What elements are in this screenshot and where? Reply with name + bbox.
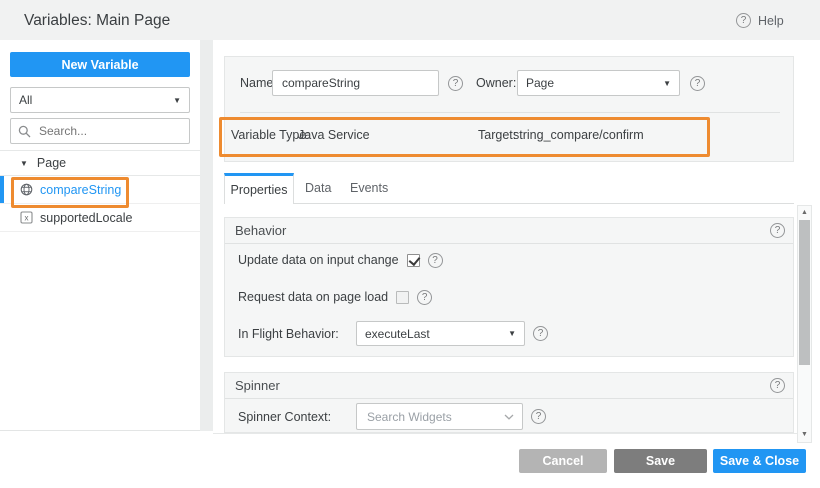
- spinner-section-header: Spinner ?: [225, 373, 793, 399]
- scrollbar-thumb[interactable]: [799, 220, 810, 365]
- help-label: Help: [758, 14, 784, 28]
- save-and-close-button[interactable]: Save & Close: [713, 449, 806, 473]
- dropdown-arrow-icon: ▼: [508, 329, 516, 338]
- target-value: string_compare/confirm: [513, 128, 644, 142]
- spinner-context-row: Spinner Context: ?: [238, 403, 546, 430]
- tree-item-comparestring[interactable]: compareString: [0, 176, 200, 204]
- scroll-down-icon[interactable]: ▼: [798, 429, 811, 441]
- dropdown-arrow-icon: ▼: [663, 79, 671, 88]
- spinner-context-label: Spinner Context:: [238, 410, 348, 424]
- content-bottom-border: [213, 433, 812, 434]
- variable-x-icon: x: [20, 211, 33, 224]
- in-flight-label: In Flight Behavior:: [238, 327, 348, 341]
- variable-filter-value: All: [19, 93, 32, 107]
- tree-item-label: compareString: [40, 183, 121, 197]
- update-data-help-icon[interactable]: ?: [428, 253, 443, 268]
- variable-filter-select[interactable]: All ▼: [10, 87, 190, 113]
- new-variable-button[interactable]: New Variable: [10, 52, 190, 77]
- cancel-button[interactable]: Cancel: [519, 449, 607, 473]
- help-question-icon: ?: [736, 13, 751, 28]
- page-title: Variables: Main Page: [24, 12, 170, 30]
- in-flight-help-icon[interactable]: ?: [533, 326, 548, 341]
- request-data-checkbox[interactable]: [396, 291, 409, 304]
- form-divider: [240, 112, 780, 113]
- chevron-down-icon: [504, 414, 514, 420]
- tree-group-label: Page: [37, 156, 66, 170]
- in-flight-row: In Flight Behavior: executeLast ▼ ?: [238, 321, 548, 346]
- svg-text:x: x: [25, 214, 29, 223]
- scroll-up-icon[interactable]: ▲: [798, 207, 811, 219]
- name-help-icon[interactable]: ?: [448, 76, 463, 91]
- save-button[interactable]: Save: [614, 449, 707, 473]
- help-link[interactable]: ? Help: [736, 13, 784, 28]
- java-service-globe-icon: [20, 183, 33, 196]
- in-flight-value: executeLast: [365, 327, 430, 341]
- tab-events[interactable]: Events: [350, 173, 388, 203]
- spinner-context-combobox[interactable]: [356, 403, 523, 430]
- owner-label: Owner:: [476, 76, 516, 90]
- tree-item-label: supportedLocale: [40, 211, 132, 225]
- tab-data[interactable]: Data: [305, 173, 331, 203]
- search-icon: [18, 125, 31, 138]
- request-data-help-icon[interactable]: ?: [417, 290, 432, 305]
- spinner-help-icon[interactable]: ?: [770, 378, 785, 393]
- tab-properties[interactable]: Properties: [224, 173, 294, 204]
- spinner-context-help-icon[interactable]: ?: [531, 409, 546, 424]
- spinner-title: Spinner: [235, 378, 280, 393]
- selected-indicator: [0, 176, 4, 203]
- variable-tree: ▼ Page compareString x supportedLoca: [0, 150, 200, 232]
- owner-help-icon[interactable]: ?: [690, 76, 705, 91]
- tree-expander-icon: ▼: [20, 159, 28, 168]
- behavior-help-icon[interactable]: ?: [770, 223, 785, 238]
- tabstrip-border: [224, 203, 794, 204]
- tree-item-supportedlocale[interactable]: x supportedLocale: [0, 204, 200, 232]
- target-label: Target:: [478, 128, 516, 142]
- tree-group-page[interactable]: ▼ Page: [0, 150, 200, 176]
- variable-type-value: Java Service: [298, 128, 370, 142]
- owner-value: Page: [526, 76, 554, 90]
- variables-dialog: Variables: Main Page ? Help New Variable…: [0, 0, 820, 488]
- request-data-row: Request data on page load ?: [238, 286, 432, 308]
- dropdown-arrow-icon: ▼: [173, 96, 181, 105]
- variable-search-box[interactable]: [10, 118, 190, 144]
- update-data-checkbox[interactable]: [407, 254, 420, 267]
- update-data-label: Update data on input change: [238, 253, 399, 267]
- variable-search-input[interactable]: [37, 123, 182, 139]
- behavior-section-header: Behavior ?: [225, 218, 793, 244]
- panel-divider: [200, 40, 213, 431]
- name-input[interactable]: [272, 70, 439, 96]
- variables-sidebar: New Variable All ▼ ▼ Page: [0, 40, 200, 431]
- update-data-row: Update data on input change ?: [238, 249, 443, 271]
- in-flight-select[interactable]: executeLast ▼: [356, 321, 525, 346]
- spinner-context-input[interactable]: [365, 409, 504, 425]
- behavior-title: Behavior: [235, 223, 286, 238]
- owner-select[interactable]: Page ▼: [517, 70, 680, 96]
- properties-scrollbar[interactable]: ▲ ▼: [797, 205, 812, 443]
- request-data-label: Request data on page load: [238, 290, 388, 304]
